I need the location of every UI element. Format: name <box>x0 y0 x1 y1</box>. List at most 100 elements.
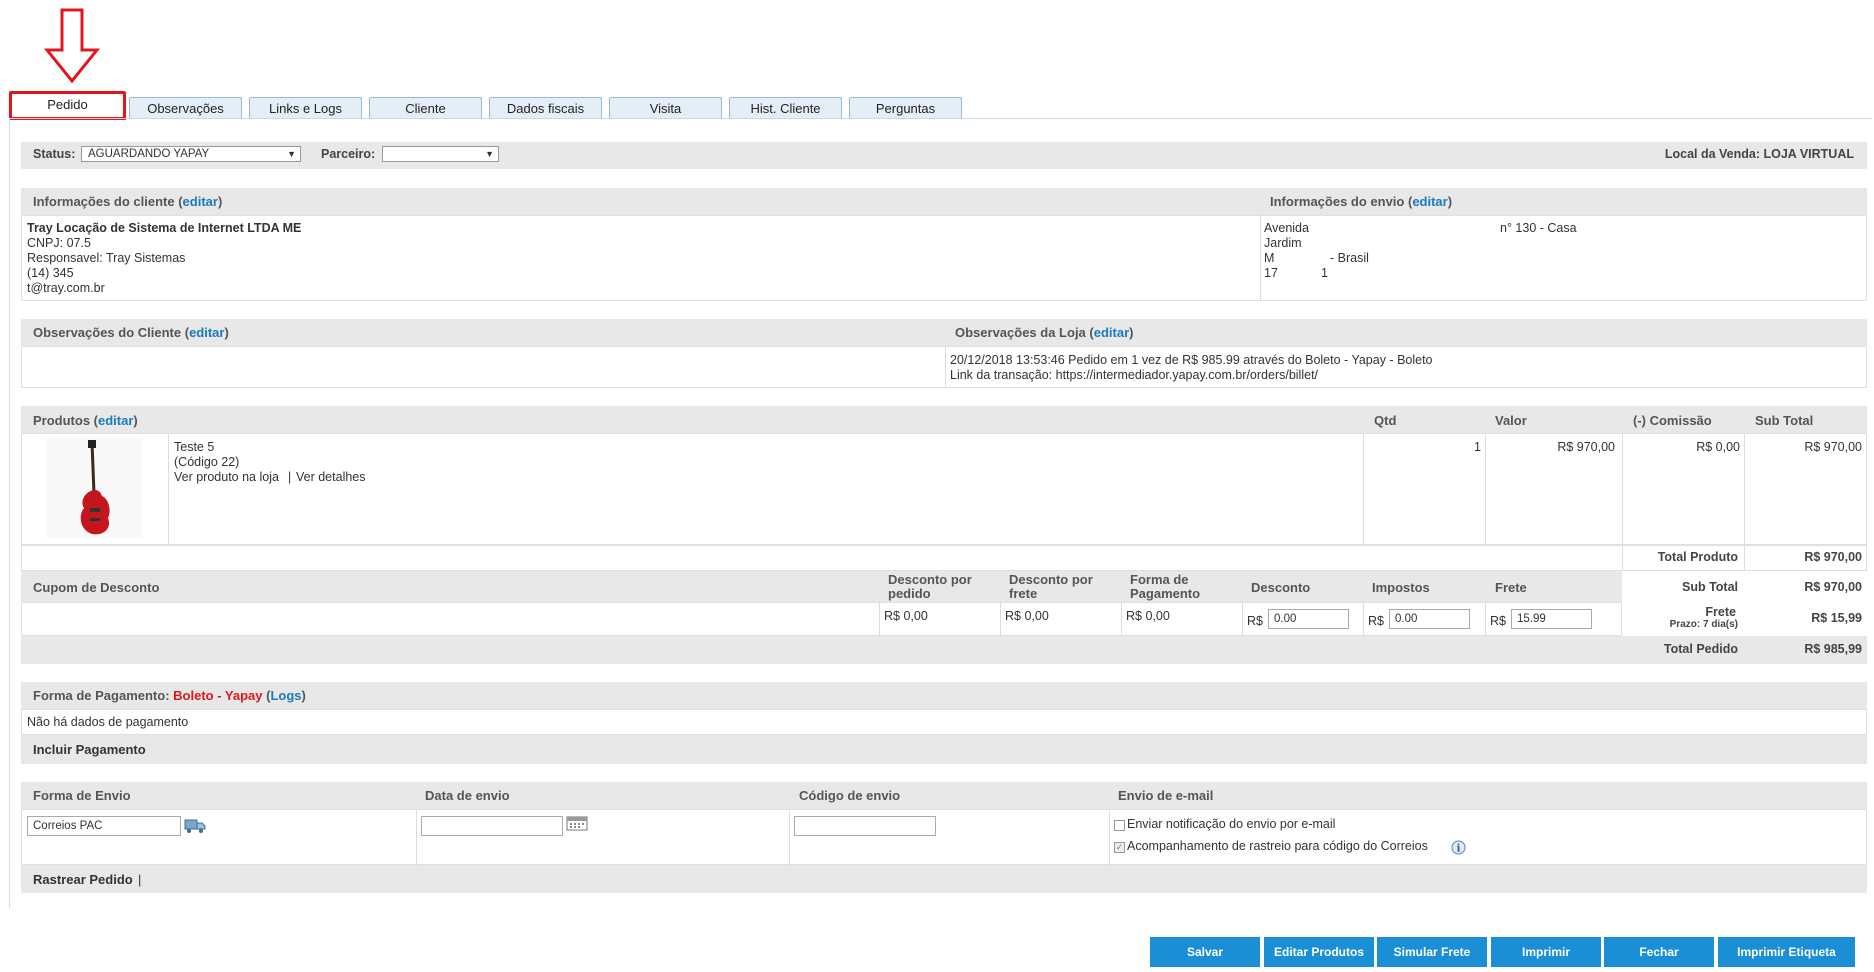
col-delivery-code: Código de envio <box>799 788 901 803</box>
track-order-link[interactable]: Rastrear Pedido <box>33 872 133 887</box>
coupon-label: Cupom de Desconto <box>33 580 160 595</box>
notify-email-label: Enviar notificação do envio por e-mail <box>1127 817 1336 831</box>
col-value: Valor <box>1495 413 1527 428</box>
product-guitar-image[interactable] <box>46 438 142 538</box>
products-header <box>21 406 1867 433</box>
freight-input[interactable]: 15.99 <box>1511 609 1592 629</box>
subtotal-label: Sub Total <box>1681 580 1738 594</box>
col-discount-order: Desconto por pedido <box>888 572 972 601</box>
partner-select[interactable]: ▼ <box>382 146 499 162</box>
tab-links-logs[interactable]: Links e Logs <box>249 97 362 119</box>
client-responsible: Responsavel: Tray Sistemas <box>27 251 186 265</box>
products-edit-link[interactable]: editar <box>98 413 133 428</box>
tab-dados-fiscais[interactable]: Dados fiscais <box>489 97 602 119</box>
no-payment-data: Não há dados de pagamento <box>27 715 189 729</box>
sale-place: Local da Venda: LOJA VIRTUAL <box>1664 147 1854 161</box>
edit-products-button[interactable]: Editar Produtos <box>1264 937 1374 967</box>
info-icon[interactable]: i <box>1451 840 1466 855</box>
tab-perguntas[interactable]: Perguntas <box>849 97 962 119</box>
notify-email-checkbox[interactable] <box>1114 820 1125 831</box>
obs-client-edit-link[interactable]: editar <box>189 325 224 340</box>
obs-client-title: Observações do Cliente (editar) <box>33 325 229 340</box>
product-name: Teste 5 <box>174 440 215 454</box>
shipping-edit-link[interactable]: editar <box>1412 194 1447 209</box>
shipping-city: M <box>1264 251 1275 265</box>
client-phone: (14) 345 <box>27 266 74 280</box>
product-subtotal: R$ 970,00 <box>1804 440 1862 454</box>
total-product-row <box>21 545 1867 571</box>
obs-store-line2: Link da transação: https://intermediador… <box>950 368 1319 382</box>
save-button[interactable]: Salvar <box>1150 937 1260 967</box>
products-title: Produtos (editar) <box>33 413 138 428</box>
truck-icon[interactable] <box>184 816 206 834</box>
chevron-down-icon: ▼ <box>287 149 296 159</box>
delivery-code-input[interactable] <box>794 816 936 836</box>
client-edit-link[interactable]: editar <box>183 194 218 209</box>
left-border <box>9 118 10 908</box>
obs-store-edit-link[interactable]: editar <box>1094 325 1129 340</box>
payment-footer <box>21 735 1867 764</box>
include-payment-link[interactable]: Incluir Pagamento <box>33 742 146 757</box>
freight-value: R$ 15,99 <box>1811 611 1862 625</box>
total-order-value: R$ 985,99 <box>1804 642 1862 656</box>
payment-logs-link[interactable]: Logs <box>270 688 301 703</box>
product-code: (Código 22) <box>174 455 240 469</box>
col-delivery-email: Envio de e-mail <box>1118 788 1214 803</box>
partner-label: Parceiro: <box>321 147 376 161</box>
col-discount: Desconto <box>1251 580 1311 595</box>
tab-observacoes[interactable]: Observações <box>129 97 242 119</box>
col-qty: Qtd <box>1374 413 1397 428</box>
freight-label: Frete <box>1705 605 1736 619</box>
discount-footer <box>21 636 1867 664</box>
client-info-header <box>21 188 1867 215</box>
col-freight: Frete <box>1495 580 1527 595</box>
col-taxes: Impostos <box>1372 580 1430 595</box>
tab-hist-cliente[interactable]: Hist. Cliente <box>729 97 842 119</box>
tab-pedido[interactable]: Pedido <box>9 91 126 120</box>
delivery-header <box>21 782 1867 809</box>
discount-order-value: R$ 0,00 <box>884 609 928 623</box>
product-qty: 1 <box>1474 440 1481 454</box>
tab-cliente[interactable]: Cliente <box>369 97 482 119</box>
obs-store-line1: 20/12/2018 13:53:46 Pedido em 1 vez de R… <box>950 353 1433 367</box>
red-arrow-annotation <box>44 8 100 84</box>
status-select[interactable]: AGUARDANDO YAPAY ▼ <box>81 146 301 162</box>
link-separator: | <box>288 470 292 484</box>
col-delivery-form: Forma de Envio <box>33 788 131 803</box>
print-button[interactable]: Imprimir <box>1491 937 1601 967</box>
shipping-info-title: Informações do envio (editar) <box>1270 194 1453 209</box>
status-label: Status: <box>33 147 76 161</box>
client-cnpj: CNPJ: 07.5 <box>27 236 91 250</box>
delivery-date-input[interactable] <box>421 816 563 836</box>
obs-store-title: Observações da Loja (editar) <box>955 325 1134 340</box>
tab-visita[interactable]: Visita <box>609 97 722 119</box>
tracking-checkbox[interactable]: ✓ <box>1114 842 1125 853</box>
shipping-district: Jardim <box>1264 236 1302 250</box>
view-store-link[interactable]: Ver produto na loja <box>174 470 279 484</box>
print-label-button[interactable]: Imprimir Etiqueta <box>1718 937 1855 967</box>
shipping-street: Avenida <box>1264 221 1309 235</box>
total-order-label: Total Pedido <box>1663 642 1738 656</box>
shipping-number: n° 130 - Casa <box>1500 221 1577 235</box>
shipping-zip: 17 <box>1264 266 1278 280</box>
tracking-label: Acompanhamento de rastreio para código d… <box>1127 839 1428 853</box>
delivery-form-input[interactable]: Correios PAC <box>27 816 181 836</box>
shipping-country: - Brasil <box>1330 251 1369 265</box>
freight-deadline: Prazo: 7 dia(s) <box>1669 619 1738 630</box>
delivery-footer <box>21 865 1867 893</box>
tab-underline <box>10 118 1872 119</box>
client-name: Tray Locação de Sistema de Internet LTDA… <box>27 221 302 235</box>
view-details-link[interactable]: Ver detalhes <box>296 470 366 484</box>
close-button[interactable]: Fechar <box>1604 937 1714 967</box>
simulate-freight-button[interactable]: Simular Frete <box>1377 937 1487 967</box>
col-discount-freight: Desconto por frete <box>1009 572 1093 601</box>
subtotal-value: R$ 970,00 <box>1804 580 1862 594</box>
calendar-icon[interactable] <box>566 815 588 832</box>
payment-panel <box>21 709 1867 735</box>
currency-label: R$ <box>1368 614 1384 628</box>
taxes-input[interactable]: 0.00 <box>1389 609 1470 629</box>
discount-input[interactable]: 0.00 <box>1268 609 1349 629</box>
payment-title: Forma de Pagamento: Boleto - Yapay (Logs… <box>33 688 306 703</box>
product-value: R$ 970,00 <box>1557 440 1615 454</box>
col-subtotal: Sub Total <box>1755 413 1814 428</box>
